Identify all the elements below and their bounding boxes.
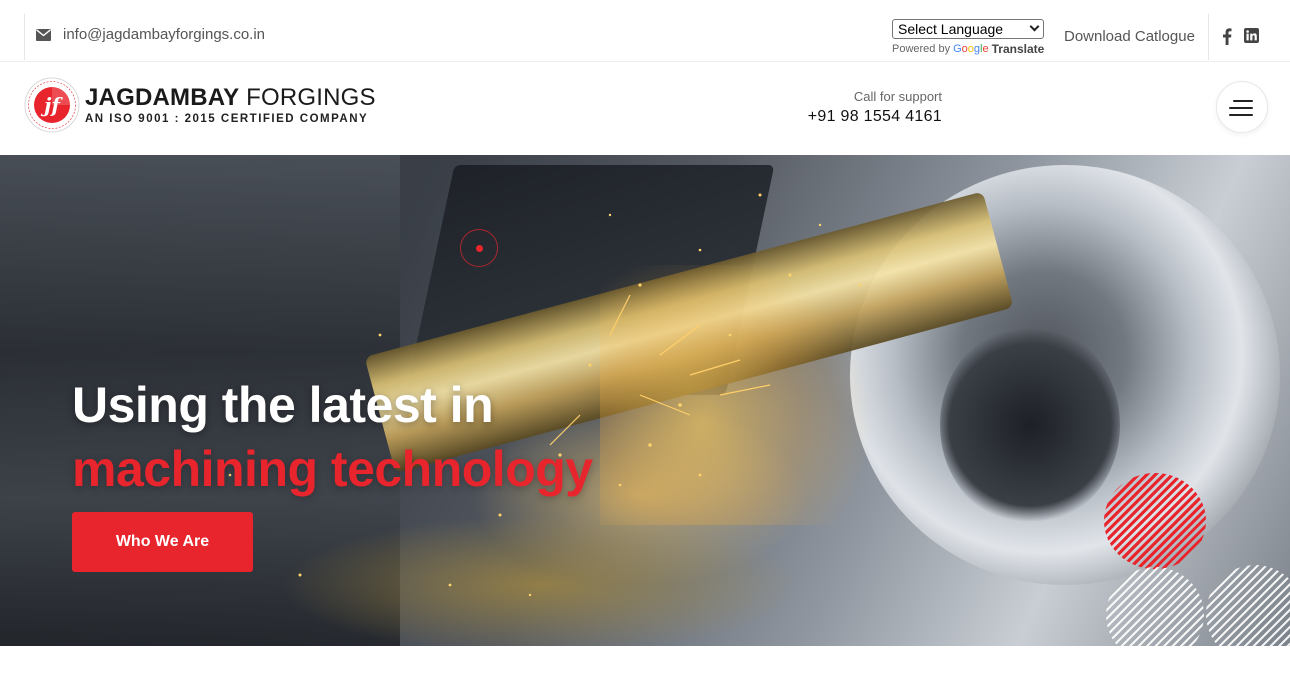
translate-link[interactable]: Translate [992,42,1045,56]
hamburger-icon-line [1229,107,1253,109]
logo-tagline: AN ISO 9001 : 2015 CERTIFIED COMPANY [85,113,369,125]
language-select[interactable]: Select Language [892,19,1044,39]
google-translate-widget: Select Language Powered by Google Transl… [892,19,1044,56]
envelope-icon [36,28,51,41]
logo-seal-icon: jf [24,77,80,133]
language-select-value: Select Language [898,21,1004,37]
email-text: info@jagdambayforgings.co.in [63,26,266,43]
logo-wordmark: JAGDAMBAY FORGINGS AN ISO 9001 : 2015 CE… [85,85,376,126]
hero-banner: Using the latest in machining technology… [0,155,1290,646]
hero-title-line1: Using the latest in [72,377,494,433]
top-bar-divider [24,14,25,60]
logo-brand-bold: JAGDAMBAY [85,84,240,111]
hero-title: Using the latest in machining technology [72,373,593,501]
who-we-are-button[interactable]: Who We Are [72,512,253,572]
top-bar: info@jagdambayforgings.co.in Select Lang… [0,0,1290,62]
hamburger-icon [1233,100,1253,102]
chevron-down-icon [1029,21,1040,32]
email-link[interactable]: info@jagdambayforgings.co.in [36,26,265,43]
site-header: jf JAGDAMBAY FORGINGS AN ISO 9001 : 2015… [0,62,1290,155]
logo-brand-name: JAGDAMBAY FORGINGS [85,85,376,111]
hero-title-line2: machining technology [72,441,593,497]
menu-toggle-button[interactable] [1216,81,1268,133]
download-catalogue-link[interactable]: Download Catlogue [1064,28,1195,45]
svg-text:jf: jf [40,93,63,117]
linkedin-icon[interactable] [1244,28,1259,43]
support-phone-link[interactable]: +91 98 1554 4161 [808,108,942,126]
social-links [1222,28,1259,45]
support-contact: Call for support +91 98 1554 4161 [808,89,942,126]
company-logo[interactable]: jf JAGDAMBAY FORGINGS AN ISO 9001 : 2015… [24,77,376,133]
support-label: Call for support [853,89,942,104]
powered-by-google: Powered by Google Translate [892,42,1044,56]
top-bar-divider [1208,14,1209,60]
powered-by-label: Powered by [892,43,951,55]
facebook-icon[interactable] [1222,28,1232,45]
hamburger-icon-line [1229,114,1253,116]
hero-decor-red-stripe-circle [1104,473,1206,569]
logo-brand-light: FORGINGS [246,84,376,111]
hero-decor-dot [460,229,498,267]
google-logo: Google [953,43,989,55]
